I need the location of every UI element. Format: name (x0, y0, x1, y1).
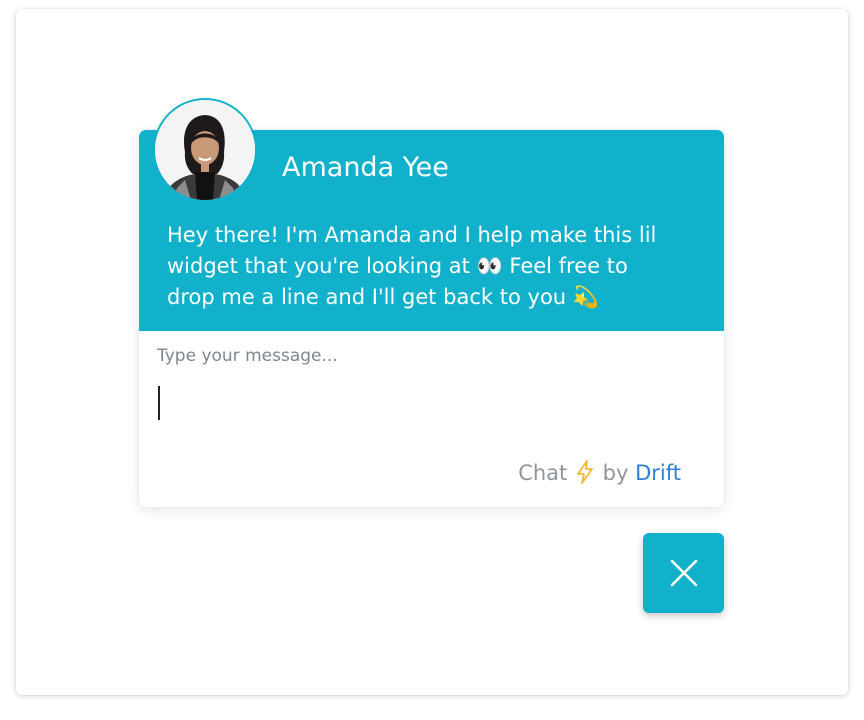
by-label: by (602, 461, 629, 485)
message-composer: Chat by Drift (139, 331, 724, 507)
drift-link[interactable]: Drift (635, 461, 681, 485)
greeting-line: Hey there! I'm Amanda and I help make th… (167, 223, 657, 247)
chat-label: Chat (518, 461, 568, 485)
greeting-line: widget that you're looking at 👀 Feel fre… (167, 254, 628, 278)
greeting-message: Hey there! I'm Amanda and I help make th… (167, 220, 702, 313)
agent-photo-avatar (155, 100, 255, 200)
powered-by-branding: Chat by Drift (518, 459, 681, 491)
lightning-bolt-icon (576, 460, 594, 491)
agent-name: Amanda Yee (282, 152, 449, 183)
close-x-icon (670, 559, 698, 587)
close-chat-button[interactable] (643, 533, 724, 613)
text-cursor (158, 386, 160, 420)
agent-avatar (153, 98, 257, 202)
message-input[interactable] (157, 345, 697, 441)
greeting-line: drop me a line and I'll get back to you … (167, 285, 599, 309)
